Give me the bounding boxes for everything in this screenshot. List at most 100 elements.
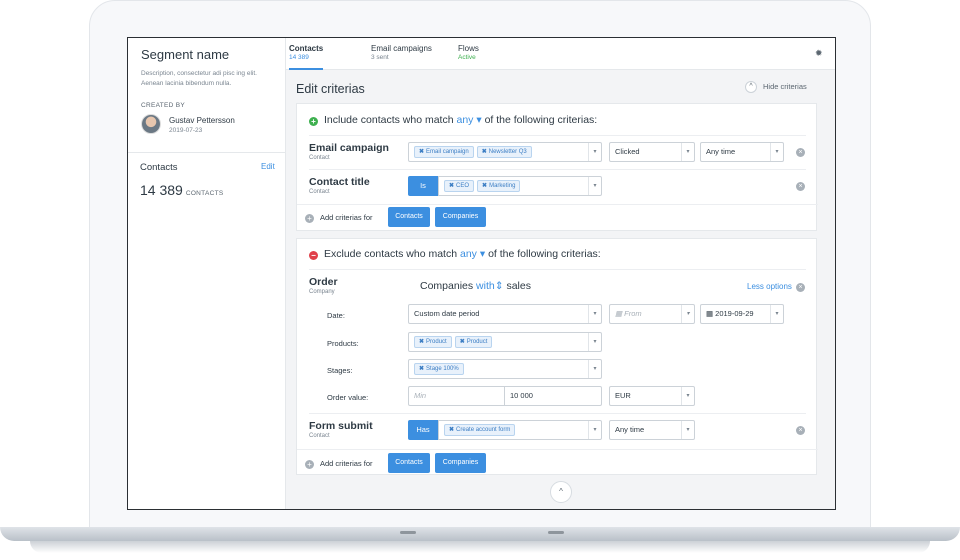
chip[interactable]: ✖ Marketing (477, 180, 521, 193)
top-tabs-bar: Contacts 14 389 Email campaigns 3 sent F… (286, 38, 835, 70)
operator-is-button[interactable]: Is (408, 176, 438, 196)
with-value: with (476, 280, 495, 292)
chip-remove-icon[interactable]: ✖ (482, 183, 487, 189)
operator-has-button[interactable]: Has (408, 420, 438, 440)
chip-remove-icon[interactable]: ✖ (419, 149, 424, 155)
form-time-value: Any time (615, 425, 645, 434)
tab-email-campaigns[interactable]: Email campaigns 3 sent (371, 44, 432, 62)
max-value-input[interactable]: 10 000 (504, 386, 602, 406)
stages-label: Stages: (327, 366, 353, 375)
scroll-up-button[interactable]: ^ (550, 481, 572, 503)
main-panel: Contacts 14 389 Email campaigns 3 sent F… (286, 38, 835, 509)
contact-title-multiselect[interactable]: ✖ CEO ✖ Marketing ▾ (438, 176, 602, 196)
time-select[interactable]: Any time ▾ (700, 142, 784, 162)
remove-criteria-icon[interactable]: × (796, 148, 805, 157)
divider (297, 204, 818, 205)
divider (309, 169, 806, 170)
add-criterias-row: + Add criterias for (305, 213, 373, 223)
created-by-label: CREATED BY (141, 102, 186, 109)
chip-remove-icon[interactable]: ✖ (419, 366, 424, 372)
chevron-down-icon: ▾ (681, 421, 694, 439)
laptop-hinge-right (548, 531, 564, 534)
from-date-placeholder: From (624, 309, 642, 318)
chip[interactable]: ✖ Stage 100% (414, 363, 464, 376)
exclude-match-value: any (460, 248, 477, 260)
chip[interactable]: ✖ CEO (444, 180, 475, 193)
chip[interactable]: ✖ Email campaign (414, 146, 474, 159)
contacts-count-unit: CONTACTS (185, 190, 224, 197)
tab-flows[interactable]: Flows Active (458, 44, 479, 62)
currency-select[interactable]: EUR ▾ (609, 386, 695, 406)
criteria-type: Contact (309, 433, 330, 439)
chip-label: Product (466, 339, 488, 346)
tab-contacts[interactable]: Contacts 14 389 (289, 44, 324, 70)
chevron-down-icon: ▾ (588, 333, 601, 351)
to-date-value: 2019-09-29 (715, 309, 754, 318)
hide-criterias-button[interactable]: ^ Hide criterias (745, 81, 807, 93)
chip-remove-icon[interactable]: ✖ (449, 183, 454, 189)
products-multiselect[interactable]: ✖ Product ✖ Product ▾ (408, 332, 602, 352)
email-campaign-multiselect[interactable]: ✖ Email campaign ✖ Newsletter Q3 ▾ (408, 142, 602, 162)
remove-criteria-icon[interactable]: × (796, 426, 805, 435)
chip-label: Stage 100% (426, 366, 459, 373)
order-condition: Companies with⇕ sales (420, 280, 531, 292)
divider (128, 152, 286, 153)
chip-remove-icon[interactable]: ✖ (482, 149, 487, 155)
remove-criteria-icon[interactable]: × (796, 182, 805, 191)
gear-icon[interactable]: ✹ (815, 48, 823, 59)
chip[interactable]: ✖ Product (454, 336, 493, 349)
chip-label: CEO (456, 183, 470, 190)
less-options-link[interactable]: Less options (747, 282, 792, 291)
minus-circle-icon: − (309, 251, 318, 260)
divider (297, 449, 818, 450)
tab-label: Contacts (289, 44, 324, 53)
date-label: Date: (327, 311, 345, 320)
chip[interactable]: ✖ Product (414, 336, 452, 349)
form-time-select[interactable]: Any time ▾ (609, 420, 695, 440)
chip-remove-icon[interactable]: ✖ (419, 339, 424, 345)
min-value-input[interactable]: Min (408, 386, 505, 406)
chevron-down-icon: ▾ (681, 305, 694, 323)
form-multiselect[interactable]: ✖ Create account form ▾ (438, 420, 602, 440)
criteria-name: Email campaign (309, 142, 389, 154)
chevron-down-icon: ▾ (588, 305, 601, 323)
avatar (141, 114, 161, 134)
add-criterias-label: Add criterias for (320, 459, 373, 468)
segment-name[interactable]: Segment name (141, 47, 229, 62)
with-select[interactable]: with⇕ (476, 280, 504, 292)
action-value: Clicked (615, 147, 640, 156)
chip-label: Newsletter Q3 (488, 149, 527, 156)
chevron-down-icon: ▾ (770, 143, 783, 161)
tab-label: Email campaigns (371, 44, 432, 53)
include-match-select[interactable]: any ▾ (457, 114, 482, 126)
chip-remove-icon[interactable]: ✖ (449, 427, 454, 433)
include-match-value: any (456, 114, 474, 126)
segment-sidebar: Segment name Description, consectetur ad… (128, 38, 286, 509)
exclude-match-select[interactable]: any ▾ (460, 248, 485, 260)
to-date-field[interactable]: ▦ 2019-09-29 ▾ (700, 304, 784, 324)
stages-multiselect[interactable]: ✖ Stage 100% ▾ (408, 359, 602, 379)
author-name: Gustav Pettersson (169, 116, 235, 125)
chip-remove-icon[interactable]: ✖ (460, 339, 465, 345)
from-date-field[interactable]: ▦ From ▾ (609, 304, 695, 324)
exclude-heading: − Exclude contacts who match any ▾ of the… (309, 248, 601, 260)
date-period-select[interactable]: Custom date period ▾ (408, 304, 602, 324)
chevron-down-icon: ▾ (681, 387, 694, 405)
order-value-label: Order value: (327, 393, 369, 402)
remove-criteria-icon[interactable]: × (796, 283, 805, 292)
edit-contacts-link[interactable]: Edit (261, 162, 275, 171)
action-select[interactable]: Clicked ▾ (609, 142, 695, 162)
calendar-icon: ▦ (615, 309, 625, 318)
add-companies-button[interactable]: Companies (435, 453, 486, 473)
chip[interactable]: ✖ Create account form (444, 424, 516, 437)
chevron-down-icon: ▾ (588, 360, 601, 378)
order-subject: Companies (420, 280, 474, 292)
add-contacts-button[interactable]: Contacts (388, 207, 430, 227)
criteria-type: Company (309, 289, 335, 295)
segment-description: Description, consectetur adi pisc ing el… (141, 70, 257, 87)
criteria-name: Form submit (309, 420, 373, 432)
chevron-down-icon: ▾ (681, 143, 694, 161)
add-companies-button[interactable]: Companies (435, 207, 486, 227)
add-contacts-button[interactable]: Contacts (388, 453, 430, 473)
chip[interactable]: ✖ Newsletter Q3 (476, 146, 532, 159)
